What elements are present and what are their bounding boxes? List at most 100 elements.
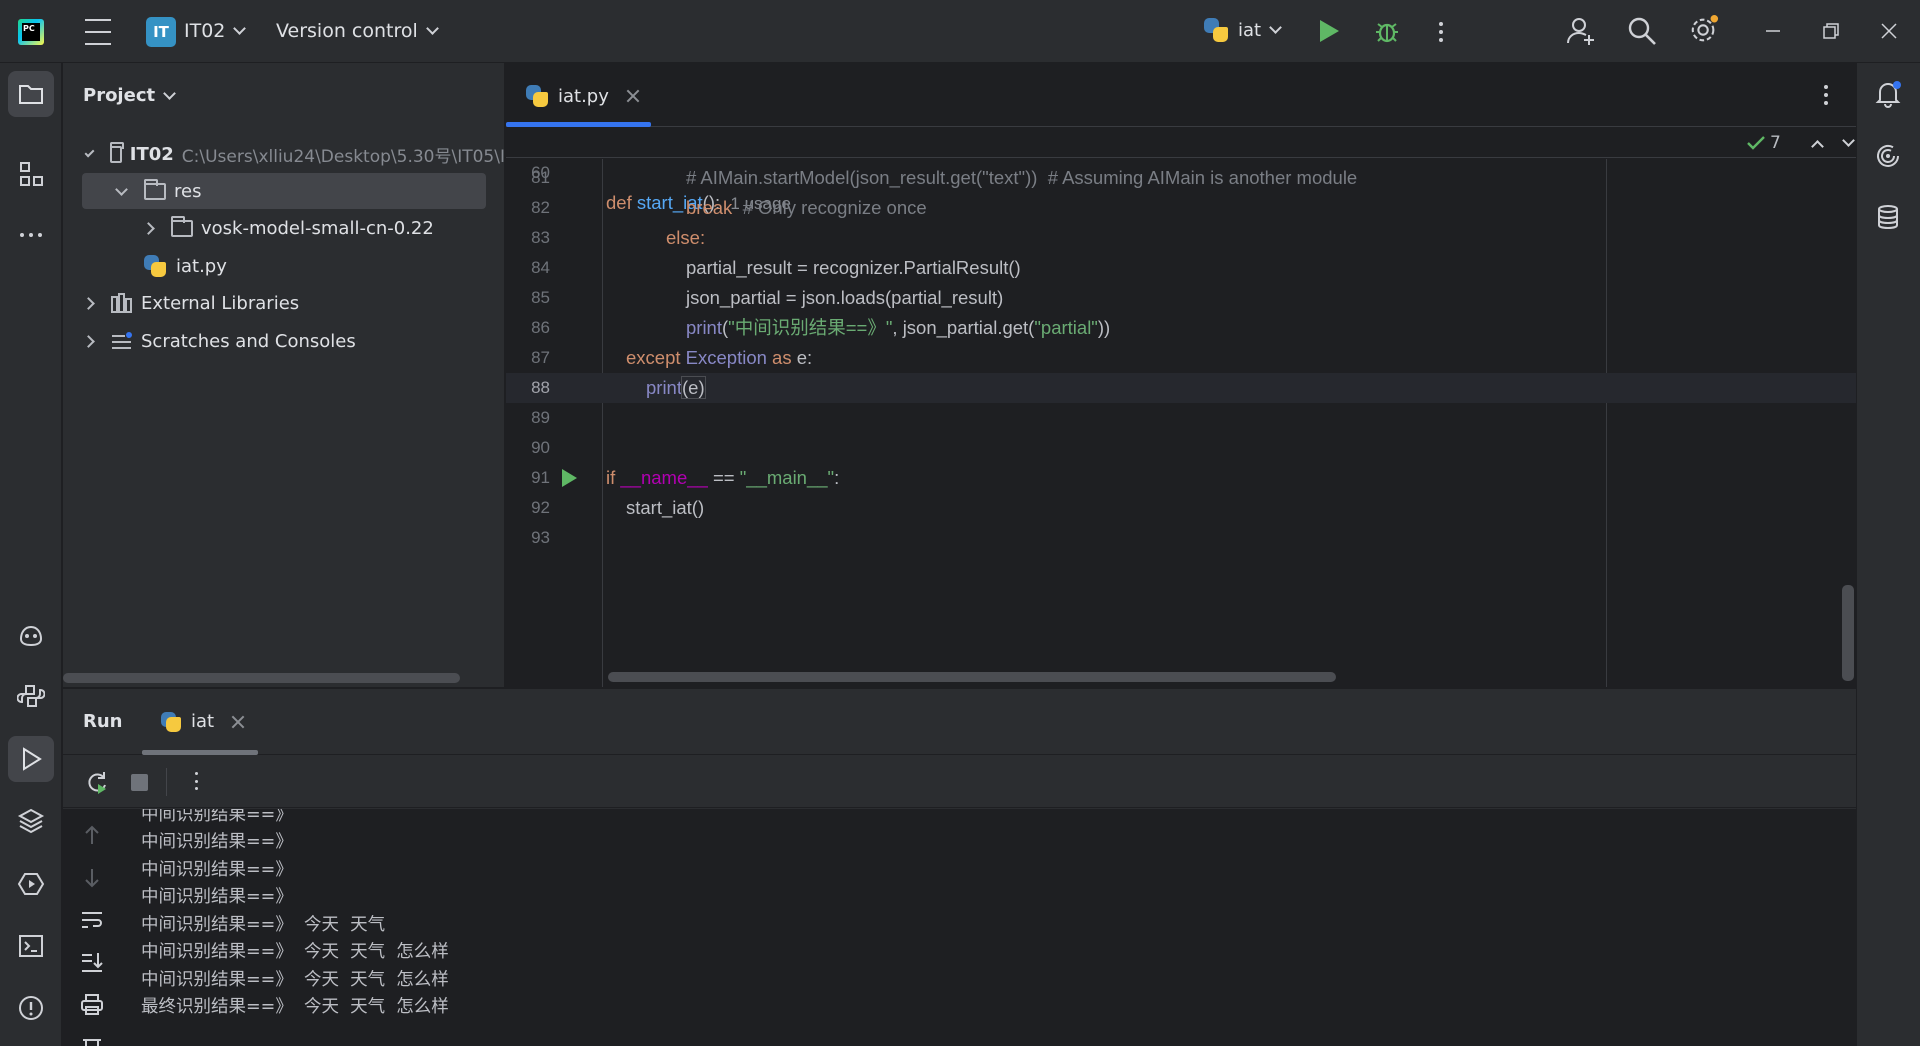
console-line: 中间识别结果==》 (141, 832, 293, 852)
console-line: 最终识别结果==》 今天 天气 怎么样 (141, 997, 449, 1017)
print-icon[interactable] (80, 993, 104, 1017)
python-packages-button[interactable] (8, 673, 54, 719)
code-editor[interactable]: iat.py 60 def start_iat(): 1 usage 7 81 #… (506, 63, 1856, 687)
collapse-arrow-icon[interactable] (82, 296, 95, 310)
python-packages-icon (17, 685, 45, 707)
services-icon (17, 873, 45, 895)
layers-tool-button[interactable] (8, 798, 54, 844)
next-problem-icon[interactable] (1841, 134, 1855, 147)
run-more-icon[interactable] (195, 772, 198, 790)
run-button[interactable] (1320, 20, 1339, 42)
bug-icon (1376, 23, 1398, 43)
ai-assistant-button[interactable] (1865, 133, 1911, 179)
structure-icon (20, 162, 43, 186)
soft-wrap-icon[interactable] (80, 908, 104, 932)
editor-vertical-scrollbar[interactable] (1842, 585, 1854, 681)
run-tool-button[interactable] (8, 736, 54, 782)
version-control-menu[interactable]: Version control (276, 20, 439, 42)
code-line[interactable]: 90 (506, 433, 1856, 463)
code-line[interactable]: 83 else: (506, 223, 1856, 253)
scroll-up-icon[interactable] (80, 823, 104, 847)
code-line[interactable]: 89 (506, 403, 1856, 433)
terminal-icon (19, 935, 43, 957)
code-line[interactable]: 87 except Exception as e: (506, 343, 1856, 373)
database-button[interactable] (1865, 194, 1911, 240)
tree-node-res[interactable]: res (82, 173, 486, 209)
trash-icon[interactable] (80, 1035, 104, 1046)
run-panel-title: Run (83, 711, 123, 732)
code-line[interactable]: 82 break # Only recognize once (506, 193, 1856, 223)
pycharm-logo-icon[interactable]: PC (18, 19, 44, 45)
gutter-run-icon[interactable] (562, 469, 577, 487)
root-project-name: IT02 (129, 143, 174, 165)
scroll-down-icon[interactable] (80, 866, 104, 890)
sticky-scroll-line[interactable]: 60 def start_iat(): 1 usage (506, 128, 1856, 213)
tab-iat-py[interactable]: iat.py (526, 85, 639, 107)
inspection-widget[interactable]: 7 (1746, 133, 1855, 153)
console-output[interactable]: 中间识别结果==》 中间识别结果==》 中间识别结果==》 中间识别结果==》 … (125, 809, 1856, 1046)
settings-gear-icon[interactable] (1689, 15, 1719, 45)
layers-icon (17, 808, 45, 834)
tree-node-scratches[interactable]: Scratches and Consoles (63, 323, 505, 359)
stop-icon[interactable] (131, 774, 148, 791)
tree-node-root[interactable]: IT02 C:\Users\xlliu24\Desktop\5.30号\IT05… (63, 136, 505, 172)
folder-icon (19, 85, 43, 104)
minimize-window-icon[interactable] (1762, 20, 1784, 42)
previous-problem-icon[interactable] (1810, 139, 1824, 153)
editor-tab-bar: iat.py (506, 63, 1856, 127)
more-tool-windows-button[interactable] (8, 212, 54, 258)
tree-label-vosk: vosk-model-small-cn-0.22 (201, 217, 434, 239)
main-menu-icon[interactable] (84, 19, 112, 45)
scroll-to-end-icon[interactable] (80, 950, 104, 974)
notifications-button[interactable] (1865, 71, 1911, 117)
project-panel-header[interactable]: Project (83, 85, 176, 106)
root-project-path: C:\Users\xlliu24\Desktop\5.30号\IT05\I (181, 146, 505, 167)
editor-horizontal-scrollbar[interactable] (608, 672, 1336, 682)
terminal-tool-button[interactable] (8, 923, 54, 969)
play-icon (23, 747, 42, 771)
code-line[interactable]: 81 # AIMain.startModel(json_result.get("t… (506, 163, 1856, 193)
copilot-icon (19, 625, 43, 647)
database-icon (1878, 205, 1898, 230)
code-line[interactable]: 93 (506, 523, 1856, 553)
code-line[interactable]: 85 json_partial = json.loads(partial_resu… (506, 283, 1856, 313)
code-line-current[interactable]: 88 print(e) (506, 373, 1856, 403)
services-tool-button[interactable] (8, 861, 54, 907)
project-tool-button[interactable] (8, 71, 54, 117)
run-tab-iat[interactable]: iat (161, 711, 244, 732)
tree-node-external-libraries[interactable]: External Libraries (63, 285, 505, 321)
python-file-icon (526, 85, 548, 107)
collapse-arrow-icon[interactable] (82, 334, 95, 348)
expand-arrow-icon[interactable] (84, 147, 95, 157)
restore-window-icon[interactable] (1820, 20, 1842, 42)
run-configuration-selector[interactable]: iat (1204, 18, 1282, 42)
code-line[interactable]: 91 if __name__ == "__main__": (506, 463, 1856, 493)
project-switcher[interactable]: IT02 (184, 20, 247, 42)
tree-label-scratches: Scratches and Consoles (141, 330, 356, 352)
problems-tool-button[interactable] (8, 985, 54, 1031)
expand-arrow-icon[interactable] (115, 182, 128, 196)
toolbar-divider (166, 768, 167, 796)
code-line[interactable]: 92 start_iat() (506, 493, 1856, 523)
debug-button[interactable] (1374, 18, 1400, 44)
copilot-tool-button[interactable] (8, 612, 54, 658)
add-user-icon[interactable] (1566, 16, 1596, 46)
more-actions-icon[interactable] (1439, 22, 1443, 42)
search-icon[interactable] (1627, 16, 1657, 46)
code-line[interactable]: 86 print("中间识别结果==》", json_partial.get("p… (506, 313, 1856, 343)
structure-tool-button[interactable] (8, 151, 54, 197)
close-window-icon[interactable] (1878, 20, 1900, 42)
tree-node-vosk-model[interactable]: vosk-model-small-cn-0.22 (63, 210, 505, 246)
logo-text: PC (22, 23, 40, 41)
project-horizontal-scrollbar[interactable] (63, 673, 460, 683)
close-run-tab-icon[interactable] (232, 716, 244, 728)
tree-node-iat-py[interactable]: iat.py (63, 248, 505, 284)
editor-more-icon[interactable] (1824, 85, 1828, 105)
code-line[interactable]: 84 partial_result = recognizer.PartialRes… (506, 253, 1856, 283)
project-badge[interactable]: IT (146, 17, 176, 47)
console-line: 中间识别结果==》 今天 天气 怎么样 (141, 942, 449, 962)
rerun-icon[interactable] (85, 770, 109, 794)
collapse-arrow-icon[interactable] (142, 221, 155, 235)
close-tab-icon[interactable] (627, 90, 639, 102)
project-panel-title: Project (83, 85, 156, 106)
